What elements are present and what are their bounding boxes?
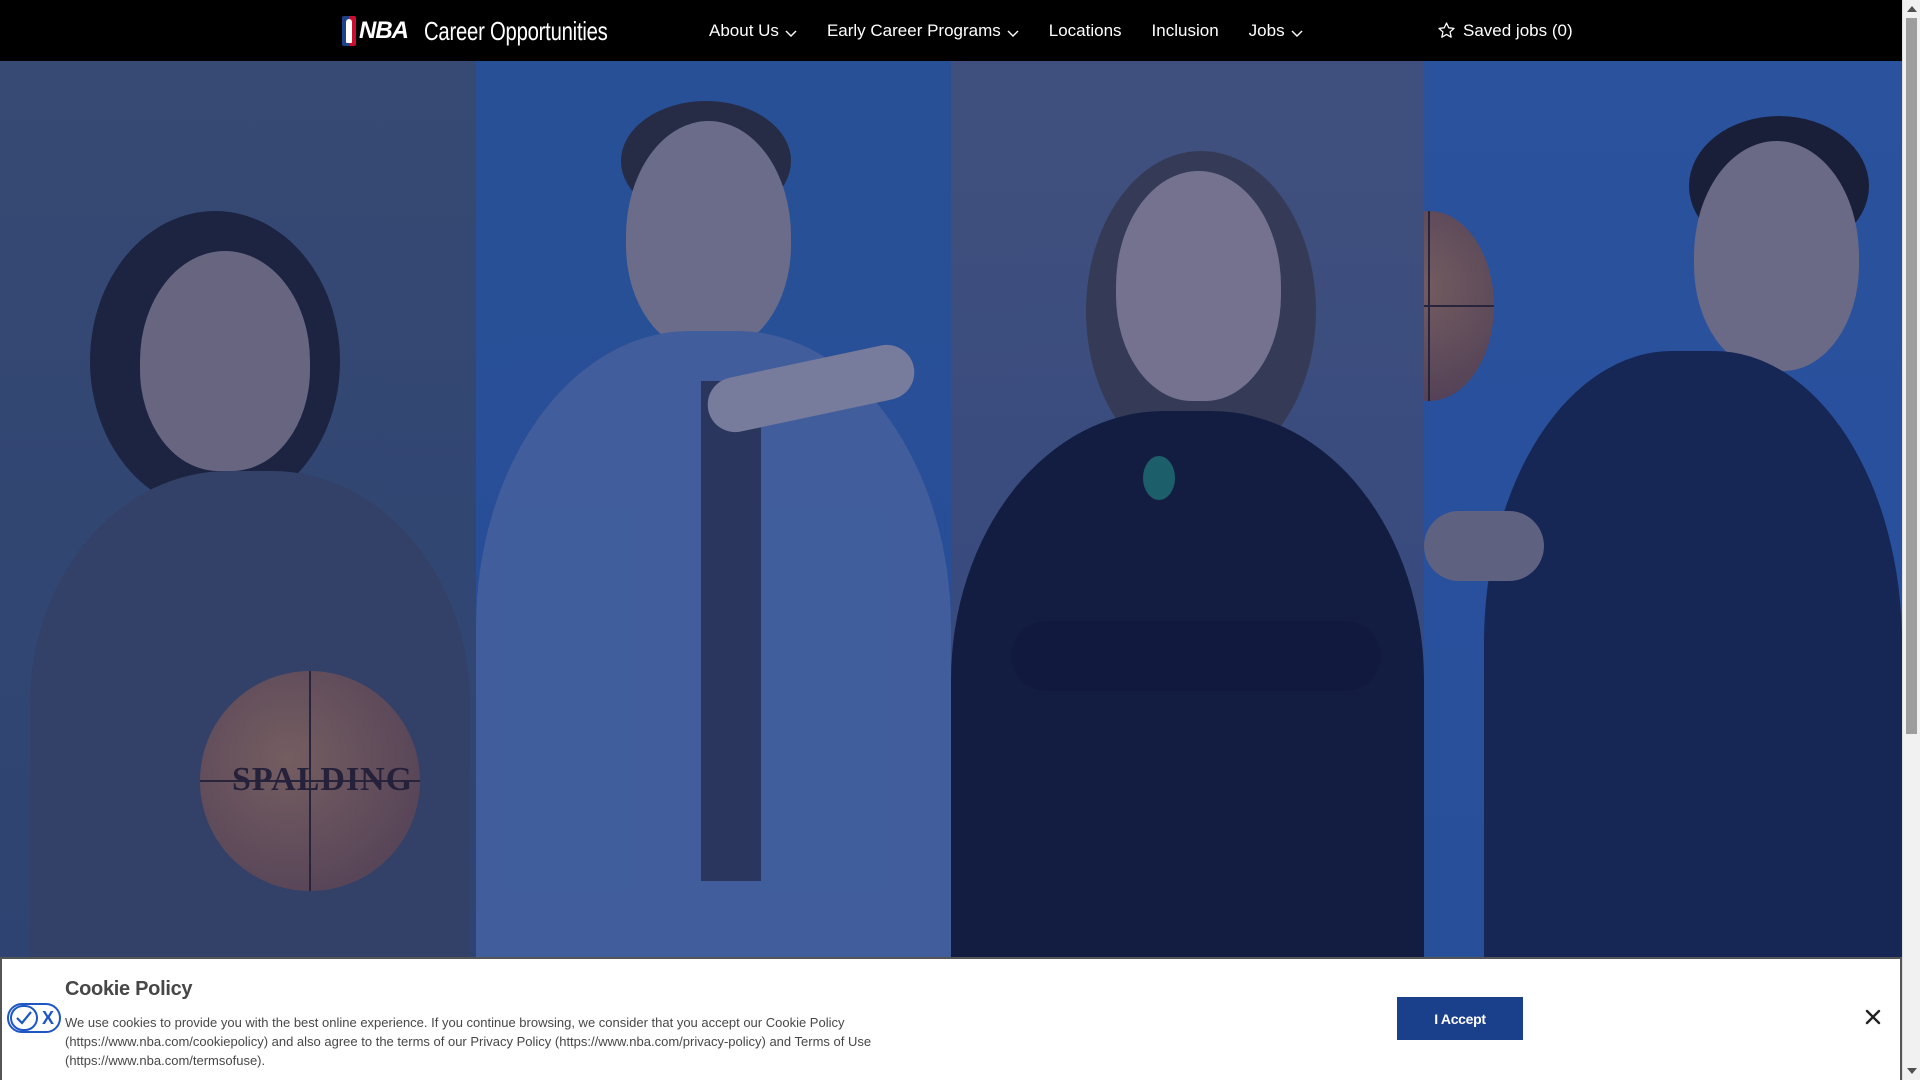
scrollbar-thumb[interactable]	[1906, 18, 1917, 734]
nav-item-jobs[interactable]: Jobs	[1249, 21, 1303, 41]
hero-photo-woman-arms-crossed	[951, 61, 1424, 957]
main-menu: About Us Early Career Programs Locations…	[709, 0, 1333, 61]
person-tie	[701, 381, 761, 881]
person-face	[1694, 141, 1859, 371]
nav-item-locations[interactable]: Locations	[1049, 21, 1122, 41]
top-navigation: NBA Career Opportunities About Us Early …	[0, 0, 1902, 61]
x-mark-icon: X	[42, 1007, 55, 1028]
saved-jobs-link[interactable]: Saved jobs (0)	[1437, 0, 1573, 61]
logo-word: NBA	[359, 17, 409, 44]
accept-cookies-button[interactable]: I Accept	[1397, 997, 1523, 1040]
nav-item-early-career-programs[interactable]: Early Career Programs	[827, 21, 1019, 41]
cookie-title: Cookie Policy	[65, 978, 193, 1000]
nav-item-label: Jobs	[1248, 20, 1285, 40]
cookie-banner: X Cookie Policy We use cookies to provid…	[0, 957, 1902, 1080]
nav-item-label: Inclusion	[1151, 20, 1219, 40]
scroll-up-arrow-icon[interactable]	[1907, 6, 1917, 12]
nav-item-label: Early Career Programs	[826, 20, 1001, 40]
page-scrollbar[interactable]	[1902, 0, 1920, 1080]
person-face	[140, 251, 310, 471]
close-icon[interactable]	[1864, 1008, 1882, 1026]
person-face	[626, 121, 791, 351]
brand-link[interactable]: NBA Career Opportunities	[342, 14, 659, 48]
logo-silhouette	[342, 16, 356, 46]
hero-image: SPALDING	[0, 61, 1902, 957]
necklace-pendant	[1143, 456, 1175, 500]
hero-photo-woman-with-basketball: SPALDING	[0, 61, 476, 957]
nba-logo-icon: NBA	[342, 16, 409, 46]
cookie-consent-toggle[interactable]: X	[7, 1003, 61, 1033]
person-torso	[1484, 351, 1902, 957]
toggle-knob	[10, 1005, 38, 1031]
basketball	[1424, 211, 1494, 401]
person-arms	[1011, 621, 1381, 691]
site-title: Career Opportunities	[424, 15, 608, 46]
person-face	[1116, 171, 1281, 401]
nav-item-label: Locations	[1048, 20, 1122, 40]
nav-item-inclusion[interactable]: Inclusion	[1152, 21, 1219, 41]
check-icon	[16, 1011, 32, 1025]
nav-item-label: About Us	[709, 20, 779, 40]
person-hand	[1424, 511, 1544, 581]
chevron-down-icon	[1007, 30, 1019, 37]
chevron-down-icon	[1291, 30, 1303, 37]
cookie-text: We use cookies to provide you with the b…	[65, 1015, 872, 1068]
hero-photo-man-timeout-gesture	[476, 61, 951, 957]
star-icon	[1438, 22, 1455, 38]
ball-brand-text: SPALDING	[232, 761, 414, 798]
nav-item-about-us[interactable]: About Us	[709, 21, 797, 41]
hero-photo-man-spinning-ball	[1424, 61, 1902, 957]
scroll-down-arrow-icon[interactable]	[1907, 1068, 1917, 1074]
chevron-down-icon	[785, 30, 797, 37]
saved-jobs-label: Saved jobs (0)	[1463, 20, 1573, 40]
